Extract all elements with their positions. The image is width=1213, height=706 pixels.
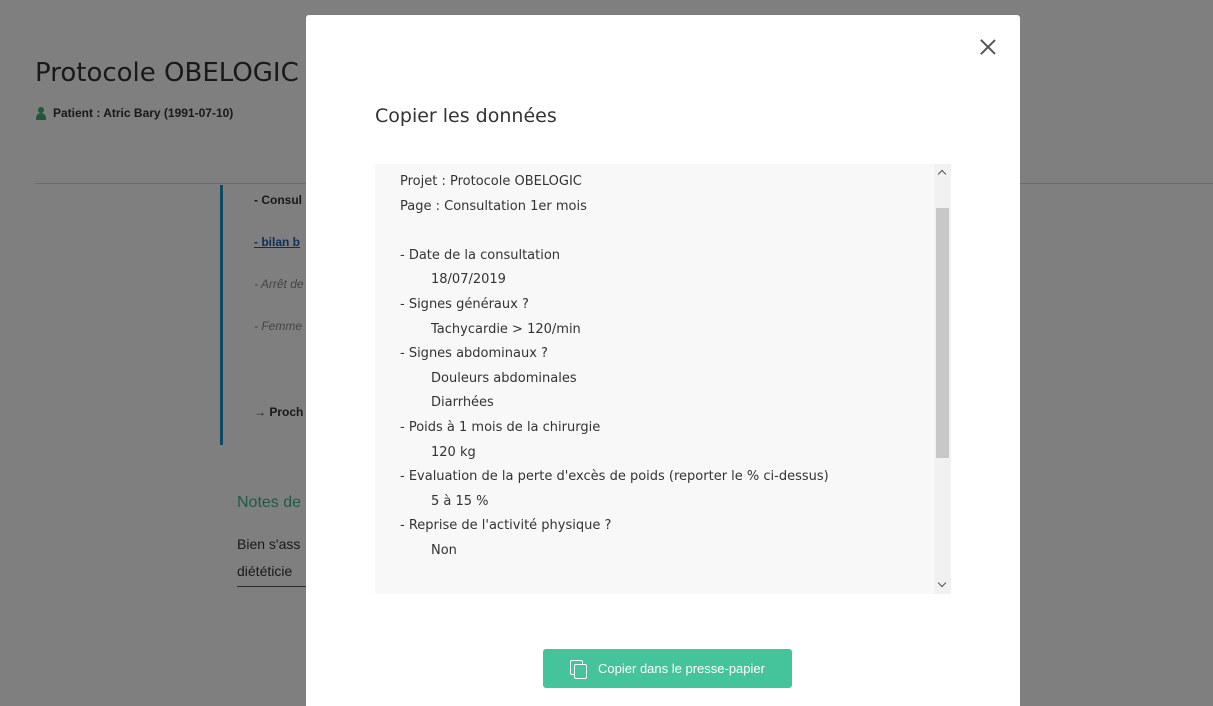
data-row-value: 120 kg xyxy=(431,444,476,460)
data-row: - Reprise de l'activité physique ? xyxy=(400,518,612,534)
data-row-value: 5 à 15 % xyxy=(431,493,489,509)
data-row-value: Non xyxy=(431,542,457,558)
data-row: - Poids à 1 mois de la chirurgie xyxy=(400,419,601,435)
data-content: Projet : Protocole OBELOGIC Page : Consu… xyxy=(400,174,920,564)
data-row-value: Douleurs abdominales xyxy=(431,370,577,386)
data-row-value: 18/07/2019 xyxy=(431,272,506,288)
copy-data-modal: Copier les données Projet : Protocole OB… xyxy=(306,15,1020,706)
copy-button-label: Copier dans le presse-papier xyxy=(598,661,765,676)
vertical-scrollbar[interactable] xyxy=(934,164,951,594)
modal-title: Copier les données xyxy=(375,105,557,127)
data-row: Page : Consultation 1er mois xyxy=(400,198,587,214)
copy-icon xyxy=(570,659,588,679)
data-row-value: Diarrhées xyxy=(431,395,494,411)
data-row: Projet : Protocole OBELOGIC xyxy=(400,174,582,189)
data-row: - Evaluation de la perte d'excès de poid… xyxy=(400,469,829,485)
data-row: - Signes abdominaux ? xyxy=(400,346,548,362)
copy-to-clipboard-button[interactable]: Copier dans le presse-papier xyxy=(543,649,792,688)
scroll-thumb[interactable] xyxy=(936,208,949,458)
scroll-up-arrow-icon[interactable] xyxy=(934,164,951,181)
data-row: - Signes généraux ? xyxy=(400,296,529,312)
scroll-down-arrow-icon[interactable] xyxy=(934,577,951,594)
data-row: - Date de la consultation xyxy=(400,247,561,263)
data-row-blank xyxy=(400,219,920,244)
close-icon[interactable] xyxy=(976,35,1000,59)
data-row-value: Tachycardie > 120/min xyxy=(431,321,581,337)
data-text-area[interactable]: Projet : Protocole OBELOGIC Page : Consu… xyxy=(375,164,951,594)
